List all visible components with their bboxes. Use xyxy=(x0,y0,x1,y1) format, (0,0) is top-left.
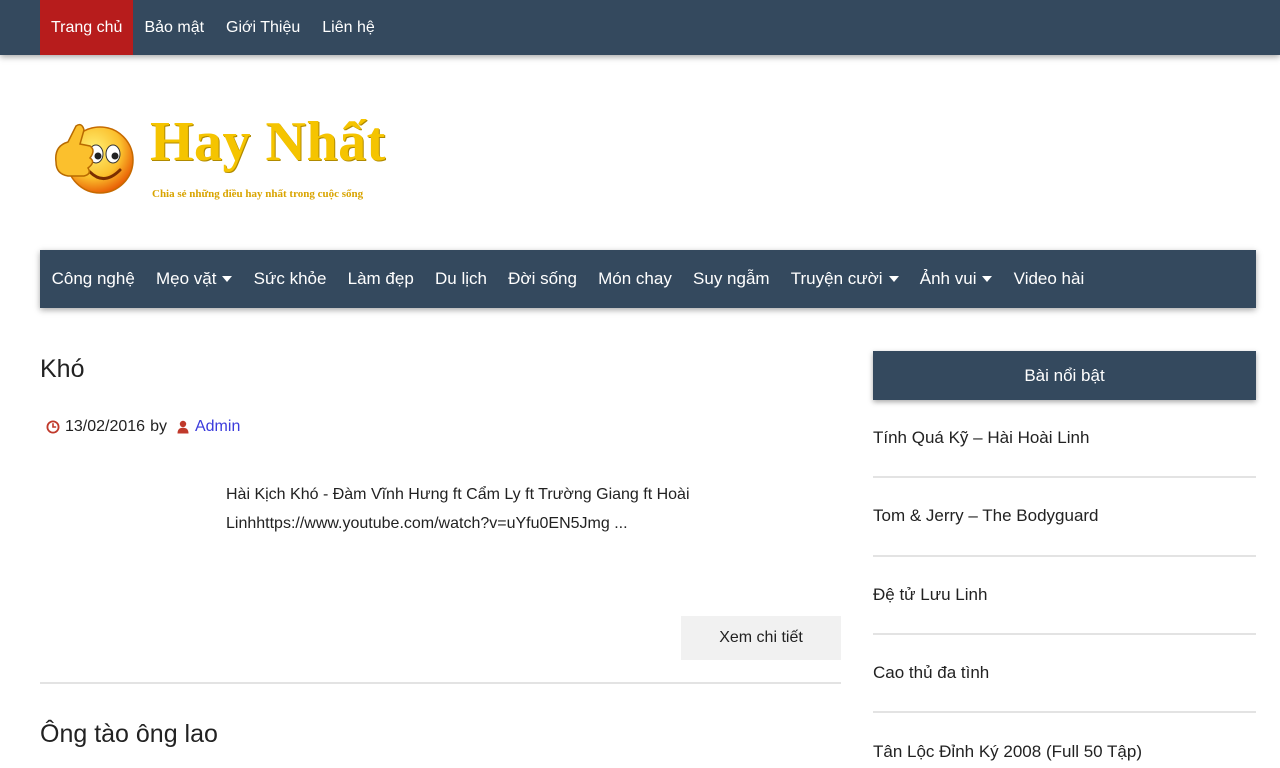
caret-down-icon xyxy=(982,276,993,282)
featured-post-link[interactable]: Tân Lộc Đỉnh Ký 2008 (Full 50 Tập) xyxy=(873,713,1256,768)
nav-item-label: Suy ngẫm xyxy=(693,269,770,288)
nav-item-truyen-cuoi[interactable]: Truyện cười xyxy=(780,250,909,308)
site-title: Hay Nhất xyxy=(150,111,386,173)
post-date: 13/02/2016 xyxy=(65,418,146,435)
featured-post-link[interactable]: Tính Quá Kỹ – Hài Hoài Linh xyxy=(873,400,1256,479)
nav-item-lam-dep[interactable]: Làm đẹp xyxy=(337,250,424,308)
post-author-link[interactable]: Admin xyxy=(195,418,240,436)
top-navbar: Trang chủ Bảo mật Giới Thiệu Liên hệ xyxy=(0,0,1280,55)
top-nav-about[interactable]: Giới Thiệu xyxy=(215,0,311,55)
clock-icon xyxy=(46,420,60,434)
nav-item-label: Ảnh vui xyxy=(919,269,977,288)
read-more-button[interactable]: Xem chi tiết xyxy=(681,616,841,660)
nav-item-label: Sức khỏe xyxy=(253,269,327,288)
site-logo[interactable]: Hay Nhất Chia sẻ những điều hay nhất tro… xyxy=(46,108,436,208)
post-divider xyxy=(40,682,841,684)
post-title-link[interactable]: Khó xyxy=(40,355,84,384)
category-nav-list: Công nghệ Mẹo vặt Sức khỏe Làm đẹp Du lị… xyxy=(40,250,1256,308)
post-meta: 13/02/2016 by Admin xyxy=(46,418,240,436)
nav-item-label: Đời sống xyxy=(508,269,577,288)
nav-item-du-lich[interactable]: Du lịch xyxy=(424,250,497,308)
nav-item-label: Công nghệ xyxy=(51,269,135,288)
nav-item-anh-vui[interactable]: Ảnh vui xyxy=(909,250,1003,308)
nav-item-label: Truyện cười xyxy=(790,269,883,288)
nav-item-label: Mẹo vặt xyxy=(155,269,217,288)
top-nav-home[interactable]: Trang chủ xyxy=(40,0,134,55)
nav-item-video-hai[interactable]: Video hài xyxy=(1003,250,1095,308)
user-icon xyxy=(177,420,189,434)
featured-posts-list: Tính Quá Kỹ – Hài Hoài Linh Tom & Jerry … xyxy=(873,400,1256,768)
nav-item-label: Món chay xyxy=(598,269,672,288)
nav-item-mon-chay[interactable]: Món chay xyxy=(588,250,683,308)
top-nav-contact[interactable]: Liên hệ xyxy=(311,0,386,55)
featured-posts-heading: Bài nổi bật xyxy=(873,351,1256,400)
thumbs-up-smiley-icon xyxy=(55,123,134,194)
caret-down-icon xyxy=(222,276,233,282)
post-title-link[interactable]: Ông tào ông lao xyxy=(40,720,218,749)
featured-post-link[interactable]: Cao thủ đa tình xyxy=(873,635,1256,714)
nav-item-doi-song[interactable]: Đời sống xyxy=(498,250,588,308)
post-excerpt: Hài Kịch Khó - Đàm Vĩnh Hưng ft Cẩm Ly f… xyxy=(226,486,690,532)
featured-post-link[interactable]: Đệ tử Lưu Linh xyxy=(873,557,1256,635)
caret-down-icon xyxy=(888,276,899,282)
nav-item-suc-khoe[interactable]: Sức khỏe xyxy=(243,250,337,308)
nav-item-meo-vat[interactable]: Mẹo vặt xyxy=(145,250,243,308)
top-nav-list: Trang chủ Bảo mật Giới Thiệu Liên hệ xyxy=(40,0,386,55)
nav-item-suy-ngam[interactable]: Suy ngẫm xyxy=(682,250,780,308)
site-tagline: Chia sẻ những điều hay nhất trong cuộc s… xyxy=(152,188,364,200)
post-by-label: by xyxy=(150,418,167,435)
top-nav-security[interactable]: Bảo mật xyxy=(133,0,215,55)
nav-item-label: Video hài xyxy=(1013,269,1085,288)
nav-item-label: Du lịch xyxy=(435,269,487,288)
category-navbar: Công nghệ Mẹo vặt Sức khỏe Làm đẹp Du lị… xyxy=(40,250,1256,308)
featured-post-link[interactable]: Tom & Jerry – The Bodyguard xyxy=(873,478,1256,557)
nav-item-label: Làm đẹp xyxy=(347,269,414,288)
nav-item-cong-nghe[interactable]: Công nghệ xyxy=(41,250,145,308)
